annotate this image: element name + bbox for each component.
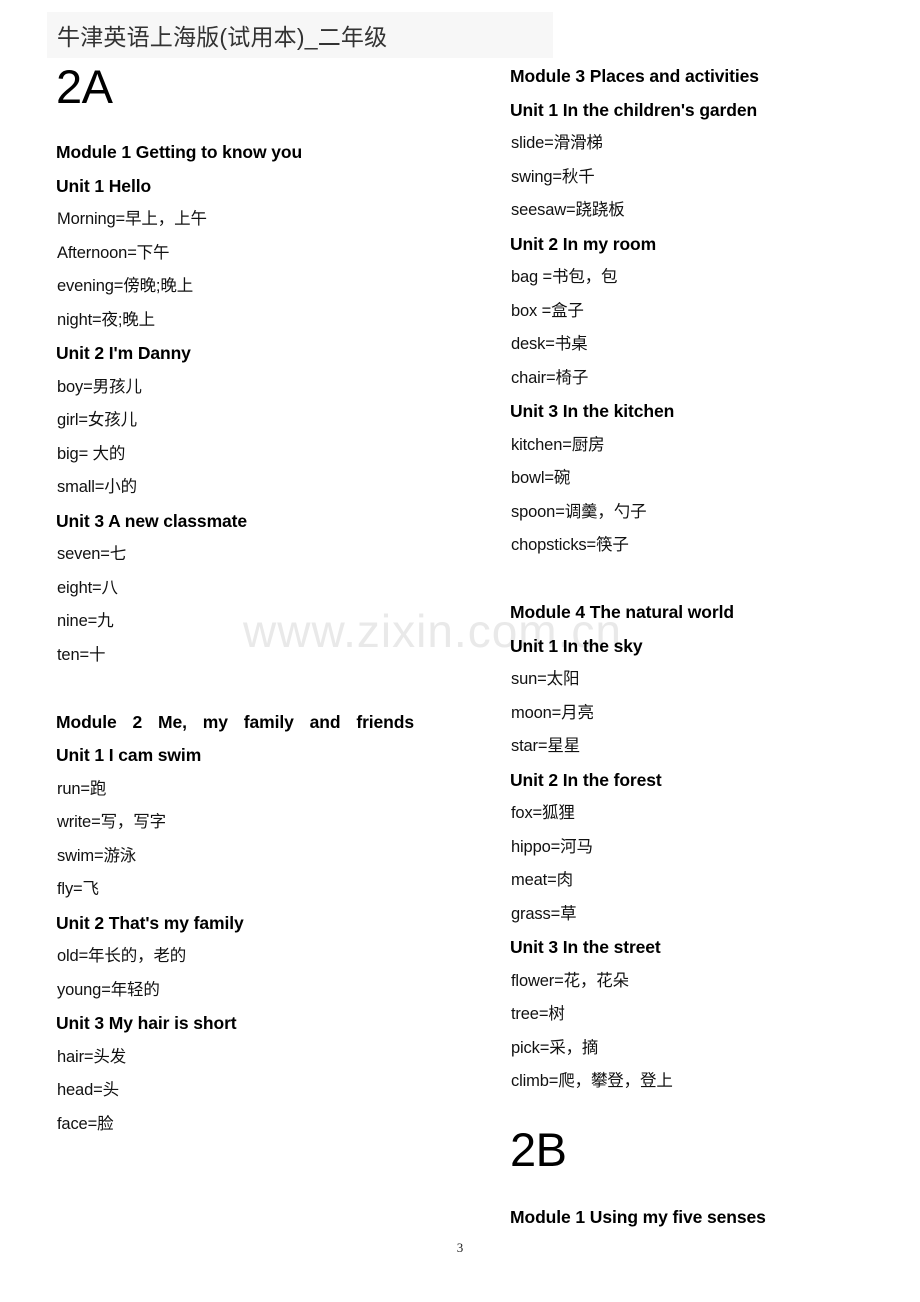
vocabulary-entry: eight=八 <box>57 578 118 597</box>
vocabulary-entry: flower=花，花朵 <box>511 971 629 990</box>
vocabulary-entry: pick=采，摘 <box>511 1038 599 1057</box>
vocabulary-entry: grass=草 <box>511 904 577 923</box>
vocabulary-entry: kitchen=厨房 <box>511 435 605 454</box>
unit-heading: Unit 2 That's my family <box>56 912 244 933</box>
vocabulary-entry: desk=书桌 <box>511 335 588 353</box>
vocabulary-entry: moon=月亮 <box>511 703 594 722</box>
unit-heading: Unit 2 In my room <box>510 233 657 254</box>
unit-heading: Unit 1 In the children's garden <box>510 99 758 120</box>
right-column-blocks: Module 3 Places and activities Unit 1 In … <box>506 60 906 1234</box>
vocabulary-entry: young=年轻的 <box>57 980 160 999</box>
unit-heading: Unit 3 In the street <box>510 937 661 957</box>
module-heading: Module 4 The natural world <box>510 602 734 622</box>
module-heading: Module 1 Using my five senses <box>510 1206 766 1227</box>
vocabulary-entry: face=脸 <box>57 1114 114 1133</box>
vocabulary-entry: run=跑 <box>57 779 107 798</box>
document-title: 牛津英语上海版(试用本)_二年级 <box>57 24 388 50</box>
module-heading: Module 2 Me, my family and friends <box>56 711 414 732</box>
unit-heading: Unit 2 I'm Danny <box>56 343 191 363</box>
vocabulary-entry: ten=十 <box>57 645 106 664</box>
unit-heading: Unit 3 In the kitchen <box>510 401 675 421</box>
unit-heading: Unit 1 I cam swim <box>56 745 202 765</box>
vocabulary-entry: Morning=早上，上午 <box>57 210 207 228</box>
document-header-band: 牛津英语上海版(试用本)_二年级 <box>47 12 553 58</box>
vocabulary-entry: bag =书包，包 <box>511 268 618 286</box>
module-heading: Module 1 Getting to know you <box>56 142 303 162</box>
vocabulary-entry: hair=头发 <box>57 1047 127 1066</box>
document-page: 牛津英语上海版(试用本)_二年级 www.zixin.com.cn 2A Mod… <box>0 0 920 1302</box>
vocabulary-entry: write=写，写字 <box>57 813 166 831</box>
vocabulary-entry: swim=游泳 <box>57 846 137 865</box>
vocabulary-entry: nine=九 <box>57 612 114 630</box>
vocabulary-entry: seesaw=跷跷板 <box>511 201 625 219</box>
vocabulary-entry: night=夜;晚上 <box>57 310 155 329</box>
vocabulary-entry: fox=狐狸 <box>511 804 575 822</box>
left-column: 2A Module 1 Getting to know you Unit 1 He… <box>52 60 464 1141</box>
vocabulary-entry: bowl=碗 <box>511 469 571 487</box>
unit-heading: Unit 3 My hair is short <box>56 1013 237 1033</box>
vocabulary-entry: star=星星 <box>511 737 581 755</box>
vocabulary-entry: head=头 <box>57 1081 119 1099</box>
volume-label-2b: 2B <box>510 1122 567 1176</box>
vocabulary-entry: chair=椅子 <box>511 368 589 387</box>
vocabulary-entry: hippo=河马 <box>511 837 593 856</box>
vocabulary-entry: meat=肉 <box>511 871 573 889</box>
vocabulary-entry: chopsticks=筷子 <box>511 536 629 554</box>
page-number: 3 <box>456 1240 464 1255</box>
vocabulary-entry: climb=爬，攀登，登上 <box>511 1072 673 1090</box>
left-column-blocks: Module 1 Getting to know you Unit 1 Hello… <box>52 136 464 1141</box>
module-heading: Module 3 Places and activities <box>510 66 759 86</box>
vocabulary-entry: boy=男孩儿 <box>57 377 142 396</box>
unit-heading: Unit 1 Hello <box>56 175 152 196</box>
vocabulary-entry: fly=飞 <box>57 880 99 898</box>
vocabulary-entry: seven=七 <box>57 545 127 563</box>
vocabulary-entry: Afternoon=下午 <box>57 243 170 262</box>
right-column: Module 3 Places and activities Unit 1 In … <box>506 60 906 1234</box>
vocabulary-entry: box =盒子 <box>511 301 584 320</box>
vocabulary-entry: swing=秋千 <box>511 167 595 186</box>
vocabulary-entry: old=年长的，老的 <box>57 947 187 965</box>
vocabulary-entry: small=小的 <box>57 478 137 496</box>
unit-heading: Unit 3 A new classmate <box>56 510 248 531</box>
vocabulary-entry: big= 大的 <box>57 444 126 463</box>
vocabulary-entry: tree=树 <box>511 1005 565 1023</box>
vocabulary-entry: spoon=调羹，勺子 <box>511 502 647 521</box>
volume-label-2a: 2A <box>56 60 113 113</box>
unit-heading: Unit 2 In the forest <box>510 769 662 790</box>
vocabulary-entry: evening=傍晚;晚上 <box>57 277 194 295</box>
vocabulary-entry: slide=滑滑梯 <box>511 134 603 152</box>
vocabulary-entry: sun=太阳 <box>511 670 580 688</box>
vocabulary-entry: girl=女孩儿 <box>57 411 137 429</box>
unit-heading: Unit 1 In the sky <box>510 635 643 656</box>
